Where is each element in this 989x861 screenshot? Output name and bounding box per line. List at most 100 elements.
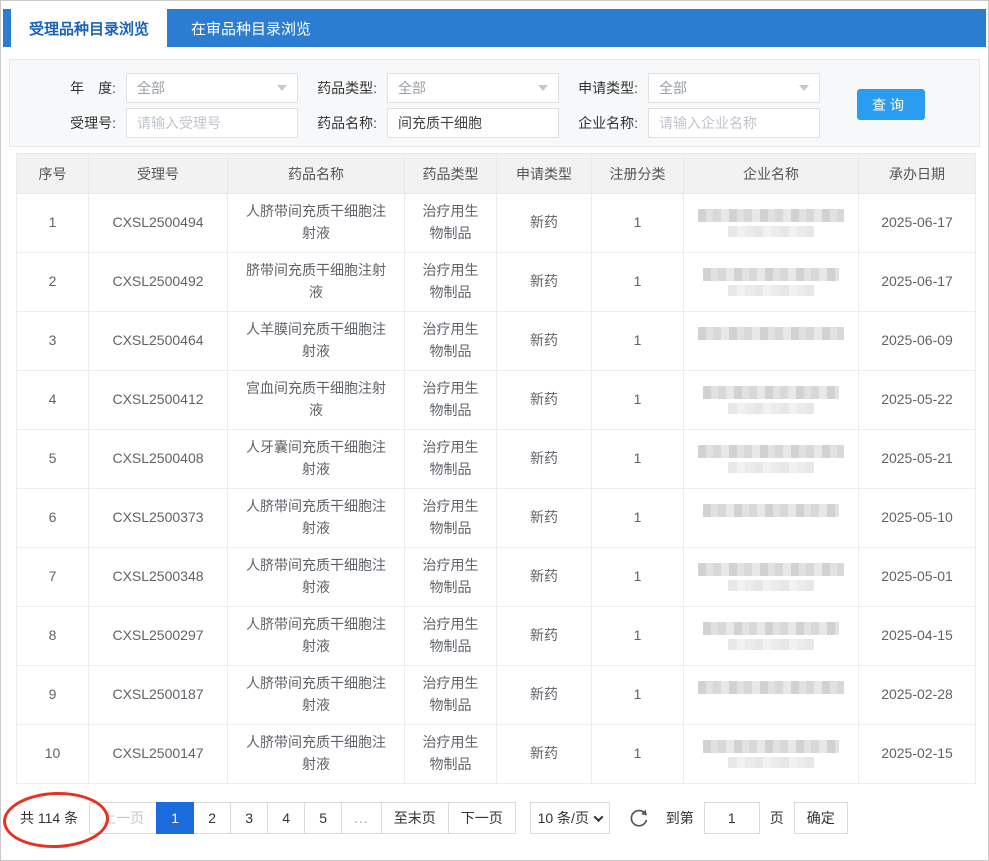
table-row[interactable]: 7 CXSL2500348 人脐带间充质干细胞注射液 治疗用生物制品 新药 1 … xyxy=(17,548,976,607)
censor-bar-secondary xyxy=(728,757,814,768)
cell-acceptance-number: CXSL2500297 xyxy=(89,607,228,666)
drug-type-label: 药品类型: xyxy=(301,78,377,98)
table-row[interactable]: 8 CXSL2500297 人脐带间充质干细胞注射液 治疗用生物制品 新药 1 … xyxy=(17,607,976,666)
cell-company xyxy=(684,548,859,607)
goto-page-label: 到第 xyxy=(666,808,694,828)
cell-index: 2 xyxy=(17,253,89,312)
page-button-4[interactable]: 4 xyxy=(267,802,305,834)
cell-drug-name: 人脐带间充质干细胞注射液 xyxy=(228,548,405,607)
page-button-3[interactable]: 3 xyxy=(230,802,268,834)
year-select[interactable]: 全部 xyxy=(126,73,298,103)
cell-accept-date: 2025-06-17 xyxy=(859,194,976,253)
cell-company xyxy=(684,312,859,371)
redacted-company-name xyxy=(692,622,850,650)
cell-reg-class: 1 xyxy=(592,725,684,784)
company-name-input[interactable] xyxy=(648,108,820,138)
redacted-company-name xyxy=(692,268,850,296)
refresh-icon[interactable] xyxy=(628,807,650,829)
drug-type-select[interactable]: 全部 xyxy=(387,73,559,103)
apply-type-label: 申请类型: xyxy=(562,78,638,98)
cell-drug-name: 宫血间充质干细胞注射液 xyxy=(228,371,405,430)
table-row[interactable]: 3 CXSL2500464 人羊膜间充质干细胞注射液 治疗用生物制品 新药 1 … xyxy=(17,312,976,371)
page-button-1[interactable]: 1 xyxy=(156,802,194,834)
next-page-button[interactable]: 下一页 xyxy=(448,802,516,834)
table-body: 1 CXSL2500494 人脐带间充质干细胞注射液 治疗用生物制品 新药 1 … xyxy=(17,194,976,784)
drug-name-label: 药品名称: xyxy=(301,113,377,133)
page-size-value: 10 条/页 xyxy=(538,808,589,828)
cell-drug-type: 治疗用生物制品 xyxy=(405,725,497,784)
col-header-drug-type: 药品类型 xyxy=(405,154,497,194)
prev-page-button[interactable]: 上一页 xyxy=(89,802,157,834)
cell-company xyxy=(684,194,859,253)
page-button-2[interactable]: 2 xyxy=(193,802,231,834)
cell-apply-type: 新药 xyxy=(497,253,592,312)
redacted-company-name xyxy=(692,386,850,414)
cell-reg-class: 1 xyxy=(592,489,684,548)
col-header-apply-type: 申请类型 xyxy=(497,154,592,194)
table-row[interactable]: 9 CXSL2500187 人脐带间充质干细胞注射液 治疗用生物制品 新药 1 … xyxy=(17,666,976,725)
cell-drug-type: 治疗用生物制品 xyxy=(405,666,497,725)
cell-index: 5 xyxy=(17,430,89,489)
cell-apply-type: 新药 xyxy=(497,489,592,548)
cell-accept-date: 2025-06-09 xyxy=(859,312,976,371)
table-row[interactable]: 2 CXSL2500492 脐带间充质干细胞注射液 治疗用生物制品 新药 1 2… xyxy=(17,253,976,312)
apply-type-select[interactable]: 全部 xyxy=(648,73,820,103)
chevron-down-icon xyxy=(594,812,604,822)
table-row[interactable]: 5 CXSL2500408 人牙囊间充质干细胞注射液 治疗用生物制品 新药 1 … xyxy=(17,430,976,489)
last-page-button[interactable]: 至末页 xyxy=(381,802,449,834)
cell-drug-type: 治疗用生物制品 xyxy=(405,371,497,430)
drug-name-input[interactable] xyxy=(387,108,559,138)
cell-accept-date: 2025-05-01 xyxy=(859,548,976,607)
redacted-company-name xyxy=(692,681,850,709)
cell-reg-class: 1 xyxy=(592,548,684,607)
cell-reg-class: 1 xyxy=(592,253,684,312)
cell-apply-type: 新药 xyxy=(497,312,592,371)
tab-accepted-catalog[interactable]: 受理品种目录浏览 xyxy=(11,9,167,47)
table-row[interactable]: 10 CXSL2500147 人脐带间充质干细胞注射液 治疗用生物制品 新药 1… xyxy=(17,725,976,784)
cell-drug-name: 人羊膜间充质干细胞注射液 xyxy=(228,312,405,371)
cell-reg-class: 1 xyxy=(592,312,684,371)
cell-company xyxy=(684,607,859,666)
cell-drug-type: 治疗用生物制品 xyxy=(405,194,497,253)
cell-acceptance-number: CXSL2500494 xyxy=(89,194,228,253)
cell-drug-type: 治疗用生物制品 xyxy=(405,312,497,371)
cell-acceptance-number: CXSL2500464 xyxy=(89,312,228,371)
cell-drug-name: 人牙囊间充质干细胞注射液 xyxy=(228,430,405,489)
accept-no-label: 受理号: xyxy=(40,113,116,133)
table-row[interactable]: 6 CXSL2500373 人脐带间充质干细胞注射液 治疗用生物制品 新药 1 … xyxy=(17,489,976,548)
cell-drug-type: 治疗用生物制品 xyxy=(405,607,497,666)
censor-bar xyxy=(703,268,839,281)
cell-apply-type: 新药 xyxy=(497,666,592,725)
cell-drug-type: 治疗用生物制品 xyxy=(405,430,497,489)
col-header-acceptance-number: 受理号 xyxy=(89,154,228,194)
cell-index: 8 xyxy=(17,607,89,666)
tab-bar: 受理品种目录浏览 在审品种目录浏览 xyxy=(3,9,986,47)
cell-accept-date: 2025-05-10 xyxy=(859,489,976,548)
col-header-reg-class: 注册分类 xyxy=(592,154,684,194)
cell-company xyxy=(684,725,859,784)
cell-acceptance-number: CXSL2500412 xyxy=(89,371,228,430)
censor-bar xyxy=(703,622,839,635)
page-button-group: 上一页 1 2 3 4 5 ... 至末页 下一页 xyxy=(90,802,516,834)
page-size-select[interactable]: 10 条/页 xyxy=(530,802,610,834)
cell-acceptance-number: CXSL2500147 xyxy=(89,725,228,784)
cell-accept-date: 2025-02-15 xyxy=(859,725,976,784)
censor-bar xyxy=(703,740,839,753)
year-label: 年 度: xyxy=(40,78,116,98)
accept-no-input[interactable] xyxy=(126,108,298,138)
search-button[interactable]: 查询 xyxy=(857,89,925,120)
table-row[interactable]: 4 CXSL2500412 宫血间充质干细胞注射液 治疗用生物制品 新药 1 2… xyxy=(17,371,976,430)
tab-label: 受理品种目录浏览 xyxy=(29,18,149,39)
table-row[interactable]: 1 CXSL2500494 人脐带间充质干细胞注射液 治疗用生物制品 新药 1 … xyxy=(17,194,976,253)
col-header-drug-name: 药品名称 xyxy=(228,154,405,194)
cell-acceptance-number: CXSL2500373 xyxy=(89,489,228,548)
tab-under-review-catalog[interactable]: 在审品种目录浏览 xyxy=(167,9,335,47)
confirm-button[interactable]: 确定 xyxy=(794,802,848,834)
page-button-5[interactable]: 5 xyxy=(304,802,342,834)
cell-apply-type: 新药 xyxy=(497,725,592,784)
censor-bar xyxy=(698,327,844,340)
censor-bar-secondary xyxy=(728,403,814,414)
caret-down-icon xyxy=(538,85,548,91)
page-ellipsis-button[interactable]: ... xyxy=(341,802,382,834)
goto-page-input[interactable] xyxy=(704,802,760,834)
